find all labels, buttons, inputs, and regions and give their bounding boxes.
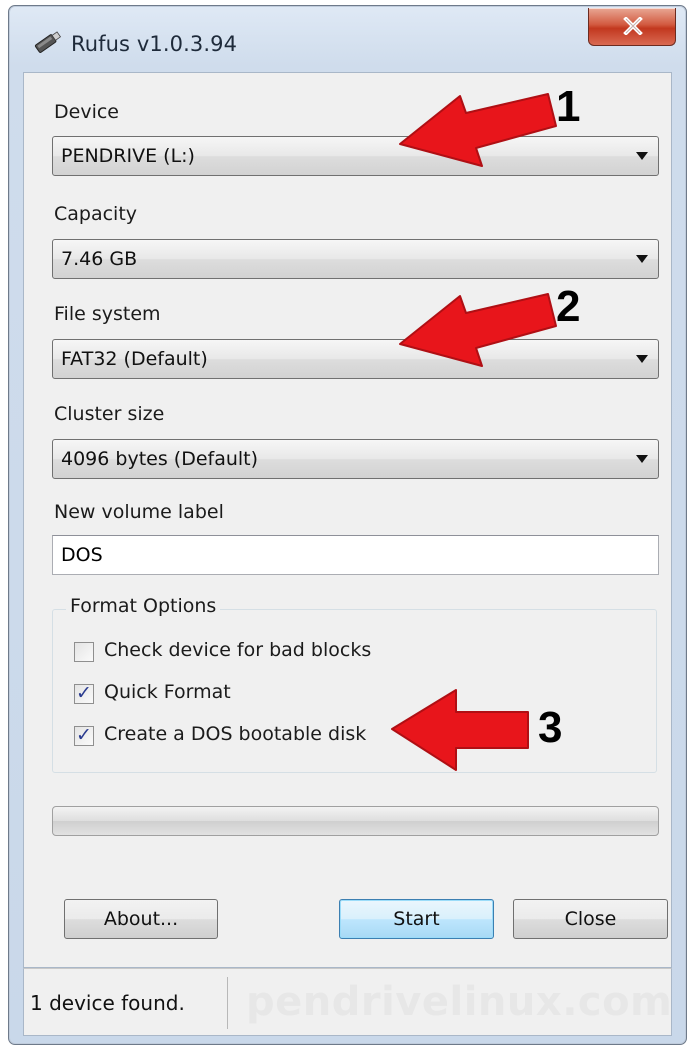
quick-format-label: Quick Format xyxy=(104,681,231,703)
bad-blocks-label: Check device for bad blocks xyxy=(104,639,372,661)
dialog-body: Device PENDRIVE (L:) Capacity 7.46 GB Fi… xyxy=(23,72,672,968)
file-system-value: FAT32 (Default) xyxy=(61,348,208,370)
status-divider xyxy=(227,977,228,1029)
close-button[interactable]: Close xyxy=(513,899,668,939)
watermark: pendrivelinux.com xyxy=(246,979,672,1025)
bad-blocks-checkbox[interactable] xyxy=(74,642,94,662)
checkmark-icon: ✓ xyxy=(76,682,92,704)
capacity-label: Capacity xyxy=(54,203,138,225)
dropdown-arrow-icon xyxy=(636,355,648,363)
checkmark-icon: ✓ xyxy=(76,724,92,746)
device-value: PENDRIVE (L:) xyxy=(61,145,195,167)
quick-format-checkbox[interactable]: ✓ xyxy=(74,682,94,704)
about-button[interactable]: About... xyxy=(64,899,218,939)
dos-bootable-checkbox[interactable]: ✓ xyxy=(74,724,94,746)
cluster-size-dropdown[interactable]: 4096 bytes (Default) xyxy=(52,439,659,479)
dropdown-arrow-icon xyxy=(636,455,648,463)
title-bar[interactable]: Rufus v1.0.3.94 xyxy=(9,6,686,72)
file-system-label: File system xyxy=(54,303,161,325)
progress-bar xyxy=(52,806,659,836)
volume-label-value: DOS xyxy=(61,544,103,566)
capacity-value: 7.46 GB xyxy=(61,248,138,270)
dropdown-arrow-icon xyxy=(636,255,648,263)
cluster-size-value: 4096 bytes (Default) xyxy=(61,448,259,470)
close-icon xyxy=(623,17,643,35)
rufus-window: Rufus v1.0.3.94 Device PENDRIVE (L:) Cap… xyxy=(8,5,687,1045)
window-close-button[interactable] xyxy=(588,8,676,46)
device-dropdown[interactable]: PENDRIVE (L:) xyxy=(52,136,659,176)
cluster-size-label: Cluster size xyxy=(54,403,165,425)
volume-label-label: New volume label xyxy=(54,501,224,523)
dropdown-arrow-icon xyxy=(636,152,648,160)
dos-bootable-label: Create a DOS bootable disk xyxy=(104,723,367,745)
file-system-dropdown[interactable]: FAT32 (Default) xyxy=(52,339,659,379)
device-label: Device xyxy=(54,101,119,123)
format-options-title: Format Options xyxy=(66,595,221,617)
status-text: 1 device found. xyxy=(30,991,185,1015)
status-bar: pendrivelinux.com 1 device found. xyxy=(23,968,672,1036)
start-button[interactable]: Start xyxy=(339,899,494,939)
capacity-dropdown[interactable]: 7.46 GB xyxy=(52,239,659,279)
window-title: Rufus v1.0.3.94 xyxy=(71,32,238,56)
page: Rufus v1.0.3.94 Device PENDRIVE (L:) Cap… xyxy=(0,0,695,1050)
usb-drive-icon xyxy=(31,30,63,54)
volume-label-input[interactable]: DOS xyxy=(52,535,659,575)
